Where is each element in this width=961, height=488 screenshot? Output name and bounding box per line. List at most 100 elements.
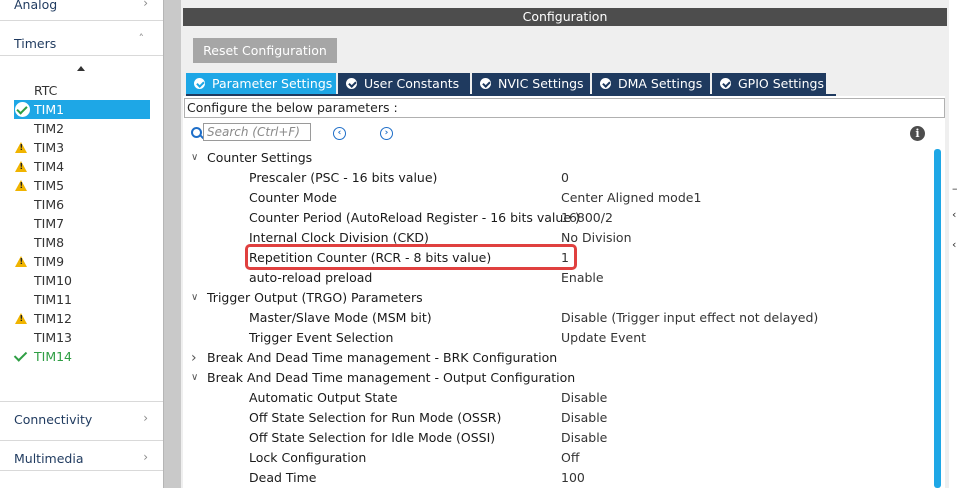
parameter-value[interactable]: Enable — [561, 268, 604, 288]
sidebar-item-tim2[interactable]: TIM2 — [0, 119, 163, 138]
parameter-row[interactable]: Prescaler (PSC - 16 bits value) 0 — [183, 168, 928, 188]
parameter-value[interactable]: Update Event — [561, 328, 646, 348]
section-title: Trigger Output (TRGO) Parameters — [207, 290, 423, 305]
sidebar-item-label: TIM4 — [34, 159, 65, 174]
parameter-row[interactable]: auto-reload preload Enable — [183, 268, 928, 288]
parameter-name: Dead Time — [249, 470, 317, 485]
edge-fragment: ‹ — [952, 208, 957, 221]
sidebar-item-tim8[interactable]: TIM8 — [0, 233, 163, 252]
parameter-name: Master/Slave Mode (MSM bit) — [249, 310, 432, 325]
scroll-up-arrow-icon[interactable] — [77, 66, 85, 71]
parameter-row[interactable]: Automatic Output State Disable — [183, 388, 928, 408]
parameter-name: auto-reload preload — [249, 270, 373, 285]
warning-icon — [15, 256, 27, 267]
info-icon[interactable]: i — [910, 126, 925, 141]
sidebar-item-label: RTC — [34, 83, 58, 98]
sidebar-item-tim14[interactable]: TIM14 — [0, 347, 163, 366]
parameter-row[interactable]: Master/Slave Mode (MSM bit) Disable (Trig… — [183, 308, 928, 328]
section-header[interactable]: › Break And Dead Time management - BRK Co… — [183, 348, 928, 368]
sidebar-item-rtc[interactable]: RTC — [0, 81, 163, 100]
sidebar-item-tim6[interactable]: TIM6 — [0, 195, 163, 214]
sidebar-item-label: TIM12 — [34, 311, 73, 326]
section-header[interactable]: ∨ Break And Dead Time management - Output… — [183, 368, 928, 388]
parameter-name: Lock Configuration — [249, 450, 367, 465]
sidebar: Analog › Timers ˄ RTC TIM1 TIM2 TIM3 TIM4 TIM… — [0, 0, 163, 488]
check-circle-icon — [600, 78, 611, 89]
splitter[interactable] — [163, 0, 181, 488]
parameter-name: Counter Mode — [249, 190, 337, 205]
category-multimedia-label: Multimedia — [14, 451, 84, 466]
parameter-name: Off State Selection for Run Mode (OSSR) — [249, 410, 502, 425]
parameter-row[interactable]: Lock Configuration Off — [183, 448, 928, 468]
search-previous-icon[interactable]: ‹ — [333, 127, 346, 140]
reset-configuration-button[interactable]: Reset Configuration — [193, 38, 337, 63]
parameter-value[interactable]: 0 — [561, 168, 569, 188]
tab-label: User Constants — [364, 76, 460, 91]
sidebar-item-tim11[interactable]: TIM11 — [0, 290, 163, 309]
section-header[interactable]: ∨ Trigger Output (TRGO) Parameters — [183, 288, 928, 308]
category-multimedia[interactable]: Multimedia › — [14, 450, 154, 466]
sidebar-item-tim9[interactable]: TIM9 — [0, 252, 163, 271]
check-circle-icon — [720, 78, 731, 89]
chevron-right-icon: › — [143, 411, 148, 425]
divider — [0, 401, 163, 402]
chevron-down-icon[interactable]: ∨ — [191, 148, 198, 168]
sidebar-item-tim7[interactable]: TIM7 — [0, 214, 163, 233]
sidebar-item-tim13[interactable]: TIM13 — [0, 328, 163, 347]
sidebar-item-tim12[interactable]: TIM12 — [0, 309, 163, 328]
edge-fragment: – — [952, 182, 958, 195]
section-title: Counter Settings — [207, 150, 313, 165]
chevron-down-icon[interactable]: ∨ — [191, 288, 198, 308]
describe-text: Configure the below parameters : — [184, 98, 945, 118]
edge-fragment: ‹ — [952, 238, 957, 251]
parameter-row[interactable]: Off State Selection for Run Mode (OSSR) D… — [183, 408, 928, 428]
parameter-value[interactable]: 100 — [561, 468, 585, 488]
sidebar-item-label: TIM10 — [34, 273, 73, 288]
parameter-value[interactable]: Disable (Trigger input effect not delaye… — [561, 308, 818, 328]
parameter-row[interactable]: Counter Mode Center Aligned mode1 — [183, 188, 928, 208]
tab-label: Parameter Settings — [212, 76, 333, 91]
parameter-value[interactable]: Disable — [561, 408, 607, 428]
tab-label: GPIO Settings — [738, 76, 824, 91]
tab-parameter-settings[interactable]: Parameter Settings — [186, 73, 336, 94]
tab-nvic-settings[interactable]: NVIC Settings — [472, 73, 590, 94]
sidebar-item-tim10[interactable]: TIM10 — [0, 271, 163, 290]
divider — [0, 20, 163, 21]
divider — [0, 470, 163, 471]
parameter-row[interactable]: Dead Time 100 — [183, 468, 928, 488]
search-next-icon[interactable]: › — [380, 127, 393, 140]
tab-user-constants[interactable]: User Constants — [338, 73, 470, 94]
parameter-value[interactable]: Disable — [561, 388, 607, 408]
sidebar-item-tim1[interactable]: TIM1 — [0, 100, 163, 119]
parameter-row[interactable]: Trigger Event Selection Update Event — [183, 328, 928, 348]
tab-dma-settings[interactable]: DMA Settings — [592, 73, 710, 94]
parameter-row[interactable]: Counter Period (AutoReload Register - 16… — [183, 208, 928, 228]
chevron-right-icon[interactable]: › — [191, 348, 197, 368]
divider — [0, 440, 163, 441]
vertical-scrollbar[interactable] — [934, 149, 941, 488]
section-header[interactable]: ∨ Counter Settings — [183, 148, 928, 168]
search-input[interactable] — [203, 123, 311, 141]
sidebar-item-label: TIM7 — [34, 216, 65, 231]
category-timers[interactable]: Timers ˄ — [14, 32, 154, 51]
chevron-down-icon[interactable]: ∨ — [191, 368, 198, 388]
divider — [0, 55, 163, 56]
sidebar-item-tim4[interactable]: TIM4 — [0, 157, 163, 176]
parameter-row[interactable]: Off State Selection for Idle Mode (OSSI)… — [183, 428, 928, 448]
warning-icon — [15, 180, 27, 191]
parameter-value[interactable]: Off — [561, 448, 579, 468]
section-title: Break And Dead Time management - Output … — [207, 370, 576, 385]
splitter-edge — [163, 0, 164, 488]
category-analog-label: Analog — [14, 0, 58, 12]
parameter-value[interactable]: 16800/2 — [561, 208, 613, 228]
sidebar-item-tim3[interactable]: TIM3 — [0, 138, 163, 157]
parameter-value[interactable]: Center Aligned mode1 — [561, 188, 701, 208]
category-analog[interactable]: Analog › — [14, 0, 154, 12]
tab-gpio-settings[interactable]: GPIO Settings — [712, 73, 826, 94]
sidebar-item-tim5[interactable]: TIM5 — [0, 176, 163, 195]
parameter-name: Off State Selection for Idle Mode (OSSI) — [249, 430, 496, 445]
category-connectivity[interactable]: Connectivity › — [14, 411, 154, 427]
sidebar-item-label: TIM13 — [34, 330, 73, 345]
sidebar-item-label: TIM9 — [34, 254, 65, 269]
parameter-value[interactable]: Disable — [561, 428, 607, 448]
